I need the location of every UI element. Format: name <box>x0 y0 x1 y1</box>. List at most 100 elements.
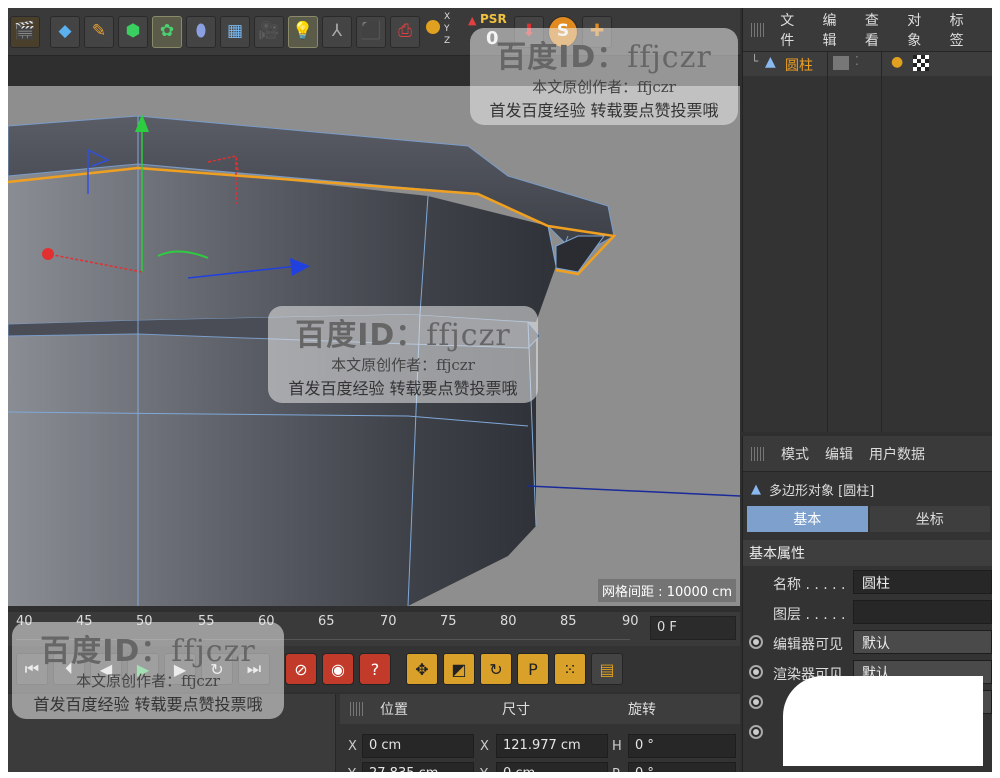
menu-edit[interactable]: 编辑 <box>825 444 853 464</box>
attr-row-editor-visible: 编辑器可见 默认 <box>743 628 992 656</box>
name-field[interactable]: 圆柱 <box>853 570 992 594</box>
polygon-object-icon: ▲ <box>765 54 776 70</box>
coord-sphere-icon <box>426 19 440 34</box>
panel-grip-icon <box>350 702 364 716</box>
white-blob-overlay <box>783 676 983 766</box>
attr-row-layer: 图层 . . . . . <box>743 598 992 626</box>
watermark-id: ffjczr <box>627 40 712 75</box>
checker-tag-icon[interactable] <box>913 55 929 71</box>
coord-row: Y 27.835 cm Y 0 cm P 0 ° <box>340 760 740 772</box>
phong-tag-icon[interactable]: ● <box>891 54 903 70</box>
watermark-line1: 本文原创作者：ffjczr <box>331 356 475 374</box>
size-x-field[interactable]: 121.977 cm <box>496 734 608 758</box>
watermark-title: 百度ID： <box>295 318 427 353</box>
param-key-icon[interactable]: P <box>517 653 549 685</box>
move-key-icon[interactable]: ✥ <box>406 653 438 685</box>
attr-row-name: 名称 . . . . . 圆柱 <box>743 568 992 596</box>
record-key-button[interactable]: ⊘ <box>285 653 317 685</box>
pen-icon[interactable]: ✎ <box>84 15 114 48</box>
watermark-line1: 本文原创作者：ffjczr <box>76 672 220 690</box>
scale-key-icon[interactable]: ◩ <box>443 653 475 685</box>
position-y-field[interactable]: 27.835 cm <box>362 762 474 772</box>
auto-key-button[interactable]: ◉ <box>322 653 354 685</box>
object-manager-menu: 文件 编辑 查看 对象 标签 <box>743 8 992 52</box>
tick-label: 70 <box>380 614 397 629</box>
animate-radio[interactable] <box>749 665 763 679</box>
panel-grip-icon <box>751 22 765 37</box>
menu-view[interactable]: 查看 <box>865 10 891 50</box>
tick-label: 75 <box>440 614 457 629</box>
size-y-field[interactable]: 0 cm <box>496 762 608 772</box>
object-manager: 文件 编辑 查看 对象 标签 └ ▲ 圆柱 ⁚ ● <box>742 8 992 432</box>
watermark-title: 百度ID： <box>40 634 172 669</box>
animate-radio[interactable] <box>749 635 763 649</box>
point-key-icon[interactable]: ⁙ <box>554 653 586 685</box>
position-x-field[interactable]: 0 cm <box>362 734 474 758</box>
polygon-object-icon: ▲ <box>751 481 761 497</box>
pos-axis-label: X <box>348 738 357 754</box>
psr-label: PSR <box>480 11 507 26</box>
rot-axis-label: H <box>612 738 622 754</box>
visibility-dots-icon[interactable]: ⁚ <box>855 54 859 68</box>
watermark-title: 百度ID： <box>496 40 628 75</box>
watermark: 百度ID：ffjczr 本文原创作者：ffjczr 首发百度经验 转载要点赞投票… <box>268 306 538 403</box>
menu-file[interactable]: 文件 <box>780 10 806 50</box>
y-label: Y <box>444 23 450 34</box>
rotation-h-field[interactable]: 0 ° <box>628 734 736 758</box>
attribute-manager: 模式 编辑 用户数据 ▲ 多边形对象 [圆柱] 基本 坐标 基本属性 名称 . … <box>742 436 992 772</box>
tag-icon[interactable]: ⬛ <box>356 15 386 48</box>
film-strip-icon[interactable]: ▤ <box>591 653 623 685</box>
watermark-line2: 首发百度经验 转载要点赞投票哦 <box>33 695 263 714</box>
animate-radio[interactable] <box>749 695 763 709</box>
camera-icon[interactable]: 🎥 <box>254 15 284 48</box>
size-header: 尺寸 <box>502 702 530 718</box>
size-axis-label: Y <box>480 767 488 773</box>
z-label: Z <box>444 35 451 46</box>
tick-label: 65 <box>318 614 335 629</box>
rot-axis-label: P <box>612 767 620 773</box>
watermark-id: ffjczr <box>171 634 256 669</box>
menu-object[interactable]: 对象 <box>907 10 933 50</box>
attr-title: ▲ 多边形对象 [圆柱] <box>743 472 992 506</box>
floor-icon[interactable]: ▦ <box>220 15 250 48</box>
current-frame-field[interactable]: 0 F <box>650 616 736 640</box>
layer-swatch-icon[interactable] <box>833 56 849 70</box>
object-name[interactable]: 圆柱 <box>785 55 813 75</box>
grid-spacing-label: 网格间距 : 10000 cm <box>598 579 736 602</box>
subdivision-icon[interactable]: ⬢ <box>118 15 148 48</box>
editor-visible-select[interactable]: 默认 <box>853 630 992 654</box>
rotate-key-icon[interactable]: ↻ <box>480 653 512 685</box>
light-icon[interactable]: 💡 <box>288 15 318 48</box>
rotation-p-field[interactable]: 0 ° <box>628 762 736 772</box>
tree-branch-icon: └ <box>751 54 759 68</box>
watermark: 百度ID：ffjczr 本文原创作者：ffjczr 首发百度经验 转载要点赞投票… <box>12 622 284 719</box>
tab-coordinates[interactable]: 坐标 <box>869 506 990 532</box>
menu-tags[interactable]: 标签 <box>950 10 976 50</box>
pos-axis-label: Y <box>348 767 356 773</box>
x-label: X <box>444 11 451 22</box>
attr-label: 名称 . . . . . <box>773 577 846 593</box>
menu-user-data[interactable]: 用户数据 <box>869 444 925 464</box>
deformer-icon[interactable]: ⬮ <box>186 15 216 48</box>
animate-radio[interactable] <box>749 725 763 739</box>
xyz-axis-lock[interactable]: X Y Z <box>424 12 464 52</box>
generator-icon[interactable]: ✿ <box>152 15 182 48</box>
symmetry-icon[interactable]: ⅄ <box>322 15 352 48</box>
horizon-line <box>527 485 740 497</box>
clapper-render-icon[interactable]: 🎬 <box>10 15 40 48</box>
attr-label: 图层 . . . . . <box>773 607 846 623</box>
tick-label: 90 <box>622 614 639 629</box>
tab-basic[interactable]: 基本 <box>747 506 868 532</box>
attr-title-text: 多边形对象 [圆柱] <box>769 483 875 499</box>
script-icon[interactable]: ⎙ <box>390 15 420 48</box>
keyframe-help-button[interactable]: ? <box>359 653 391 685</box>
menu-mode[interactable]: 模式 <box>781 444 809 464</box>
column-divider <box>881 52 882 432</box>
menu-edit[interactable]: 编辑 <box>823 10 849 50</box>
object-row-cylinder[interactable]: └ ▲ 圆柱 ⁚ ● <box>743 52 992 76</box>
size-axis-label: X <box>480 738 489 754</box>
attr-tabs: 基本 坐标 <box>743 506 992 534</box>
layer-field[interactable] <box>853 600 992 624</box>
cube-icon[interactable]: ◆ <box>50 15 80 48</box>
panel-grip-icon <box>751 446 765 461</box>
